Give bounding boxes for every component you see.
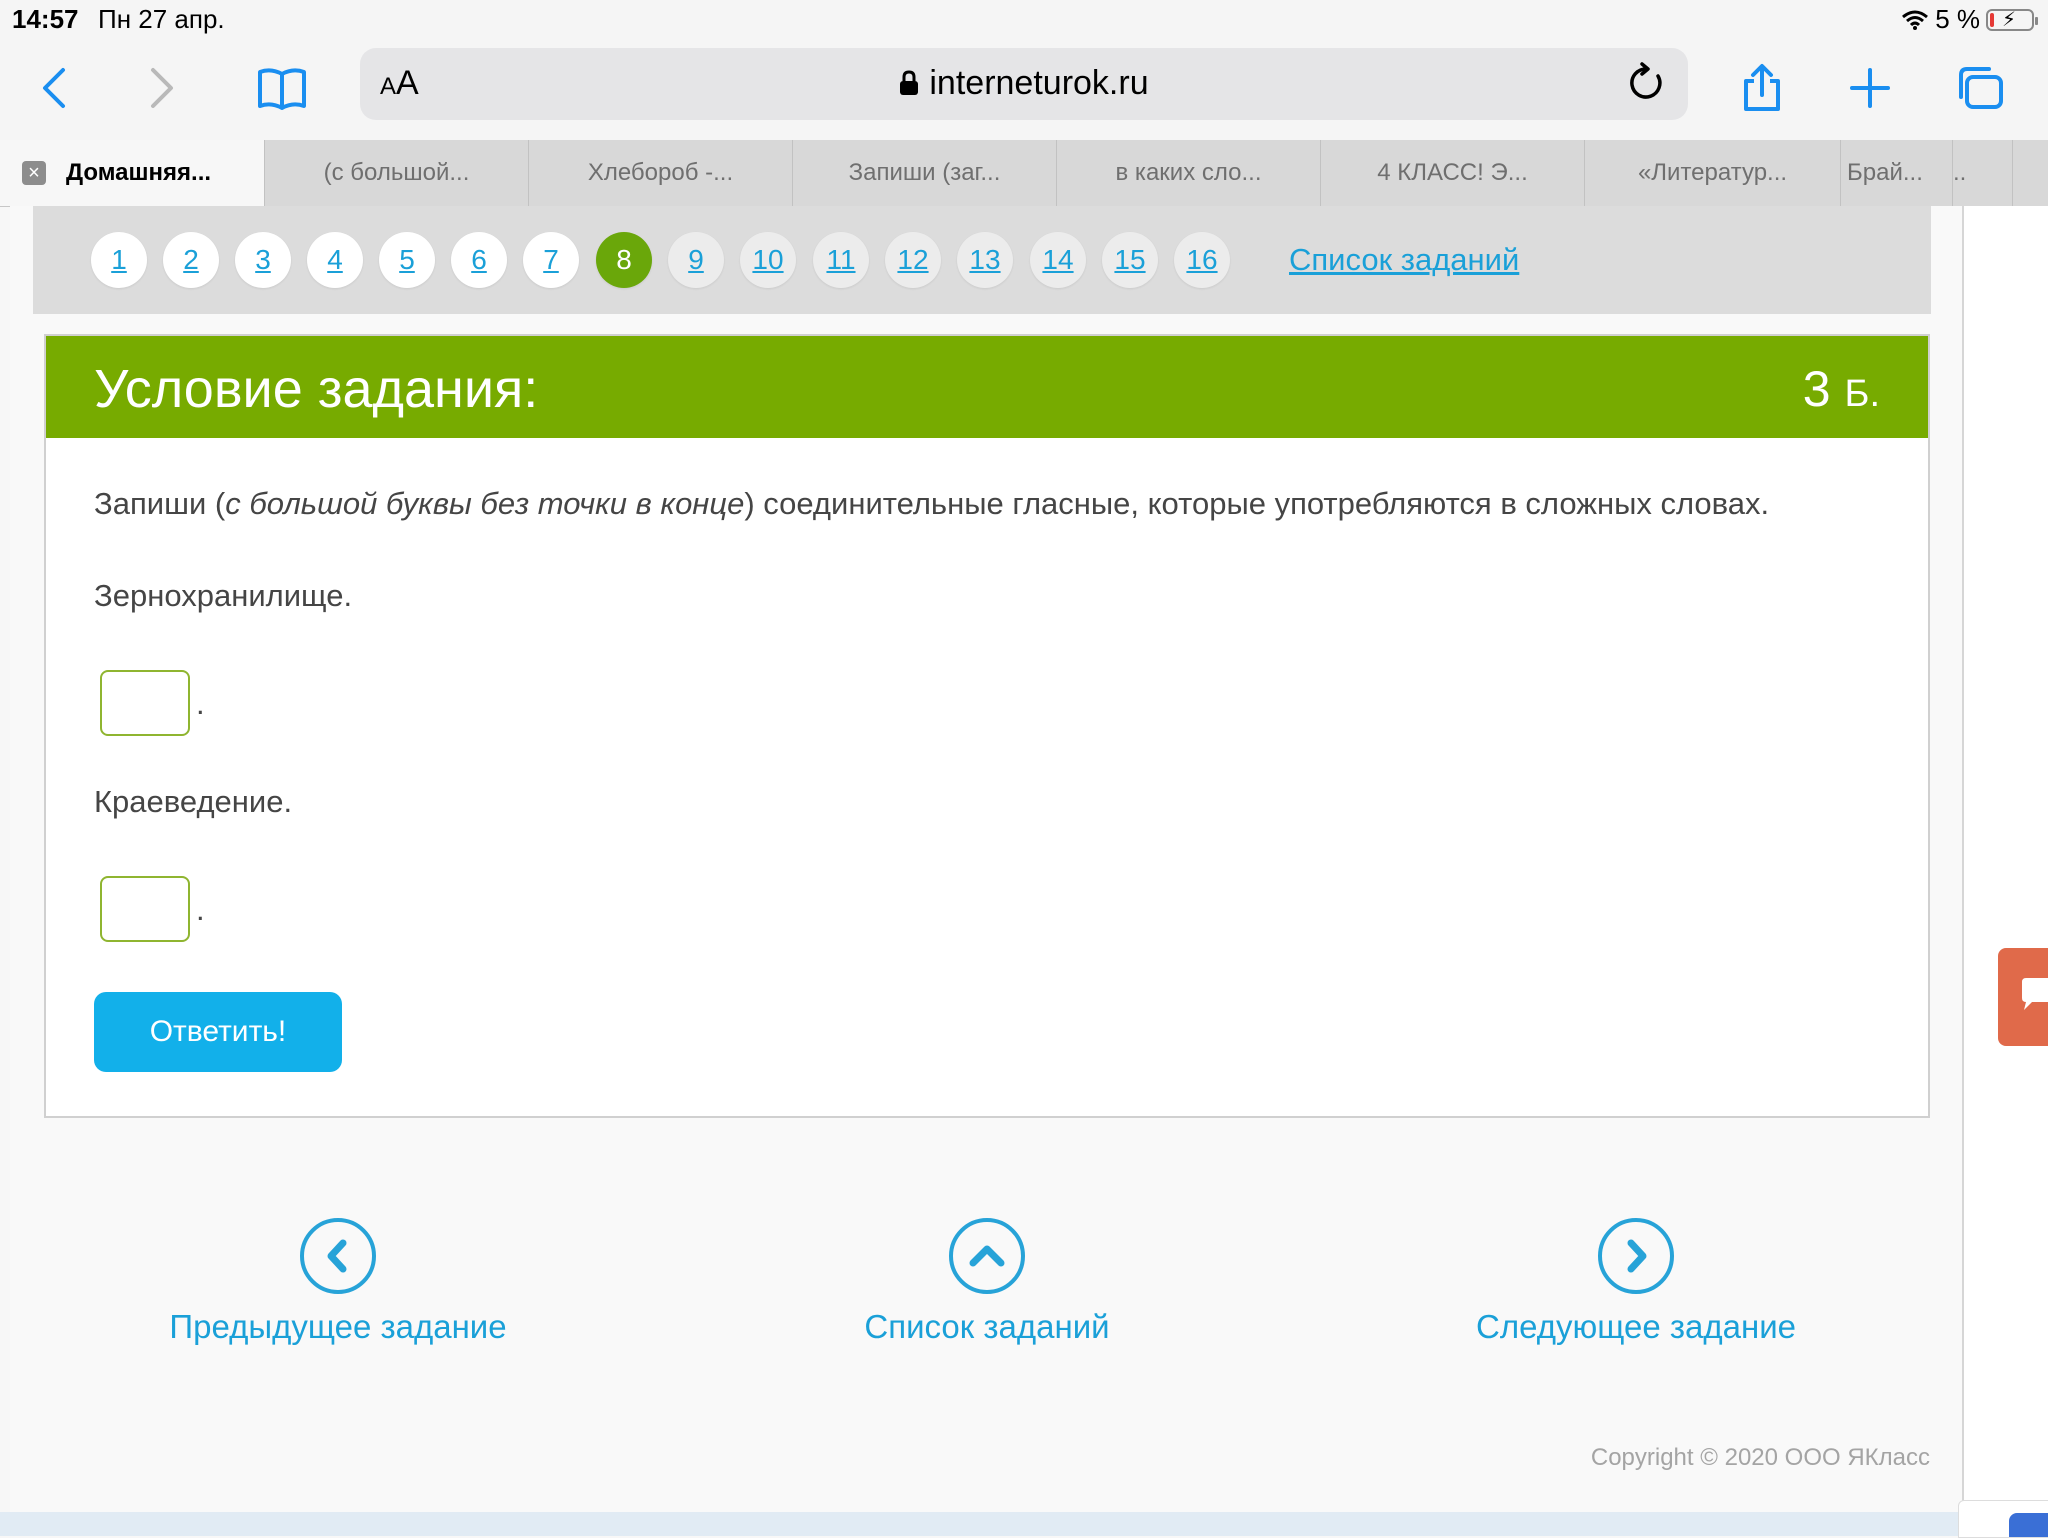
status-bar: 14:57 Пн 27 апр. 5 % ⚡ (0, 0, 2048, 40)
task-word-2: Краеведение. (94, 784, 293, 819)
url-display[interactable]: interneturok.ru (360, 64, 1688, 103)
task-list-nav-label: Список заданий (864, 1308, 1110, 1345)
answer-dot: . (196, 892, 205, 927)
tab-item[interactable]: «Литератур... (1584, 140, 1840, 206)
tab-label: Брай... (1847, 159, 1923, 186)
page-bottom-band (0, 1512, 2048, 1536)
tab-item[interactable]: Хлебороб -... (528, 140, 792, 206)
page-link-2[interactable]: 2 (163, 232, 219, 288)
chat-icon (2022, 978, 2048, 1010)
feedback-tab[interactable] (1998, 948, 2048, 1046)
chevron-left-icon (300, 1218, 376, 1294)
reload-icon[interactable] (1626, 62, 1666, 109)
page-margin (1964, 206, 2048, 1536)
tab-close-icon[interactable]: × (22, 161, 46, 185)
tab-item[interactable] (2012, 140, 2048, 206)
page-link-current[interactable]: 8 (596, 232, 652, 288)
submit-button[interactable]: Ответить! (94, 992, 342, 1072)
page-link-11[interactable]: 11 (813, 232, 869, 288)
tab-label: «Литератур... (1637, 159, 1788, 186)
page-link-13[interactable]: 13 (957, 232, 1013, 288)
tab-item[interactable]: в каких сло... (1056, 140, 1320, 206)
tab-bar: × Домашняя... (с большой... Хлебороб -..… (0, 140, 2048, 207)
share-icon[interactable] (1732, 58, 1792, 118)
page-link-6[interactable]: 6 (451, 232, 507, 288)
answer-dot: . (196, 686, 205, 721)
tab-label: в каких сло... (1115, 159, 1262, 186)
prev-task-label: Предыдущее задание (169, 1308, 507, 1345)
back-icon[interactable] (24, 58, 84, 118)
status-date: Пн 27 апр. (98, 4, 225, 34)
tab-label: (с большой... (323, 159, 470, 186)
page-link-7[interactable]: 7 (523, 232, 579, 288)
page-link-5[interactable]: 5 (379, 232, 435, 288)
tab-item[interactable]: 4 КЛАСС! Э... (1320, 140, 1584, 206)
status-right: 5 % ⚡ (1901, 4, 2038, 35)
task-instruction: Запиши (с большой буквы без точки в конц… (94, 486, 1770, 521)
task-pagination: 1 2 3 4 5 6 7 8 9 10 11 12 13 14 15 16 С… (33, 206, 1931, 314)
battery-icon: ⚡ (1986, 8, 2038, 31)
new-tab-icon[interactable] (1840, 58, 1900, 118)
chevron-up-icon (949, 1218, 1025, 1294)
page-link-3[interactable]: 3 (235, 232, 291, 288)
tab-label: Запиши (заг... (848, 159, 1001, 186)
answer-input-1[interactable] (100, 670, 190, 736)
answer-input-2[interactable] (100, 876, 190, 942)
wifi-icon (1902, 10, 1929, 30)
tab-label: .. (1953, 159, 1967, 186)
tab-item[interactable]: Запиши (заг... (792, 140, 1056, 206)
lock-icon (900, 70, 919, 95)
task-title: Условие задания: (94, 359, 539, 419)
tab-item[interactable]: Брай... (1840, 140, 1952, 206)
tabs-overview-icon[interactable] (1950, 58, 2010, 118)
address-bar[interactable]: AA interneturok.ru (360, 48, 1688, 120)
prev-task-link[interactable]: Предыдущее задание (150, 1218, 526, 1346)
page-link-4[interactable]: 4 (307, 232, 363, 288)
tab-label: Хлебороб -... (587, 159, 734, 186)
battery-percent: 5 % (1935, 4, 1980, 34)
page-link-1[interactable]: 1 (91, 232, 147, 288)
task-word-1: Зернохранилище. (94, 578, 353, 613)
forward-icon[interactable] (132, 58, 192, 118)
task-list-nav[interactable]: Список заданий (820, 1218, 1154, 1346)
tab-label: 4 КЛАСС! Э... (1377, 159, 1528, 186)
task-list-link[interactable]: Список заданий (1289, 242, 1519, 278)
task-score: 3 Б. (1802, 361, 1880, 417)
task-header: Условие задания: 3 Б. (46, 336, 1928, 438)
page-link-10[interactable]: 10 (740, 232, 796, 288)
page-link-15[interactable]: 15 (1102, 232, 1158, 288)
page-link-9[interactable]: 9 (668, 232, 724, 288)
bookmarks-icon[interactable] (252, 58, 312, 118)
task-card: Условие задания: 3 Б. Запиши (с большой … (44, 334, 1930, 1118)
copyright: Copyright © 2020 ООО ЯКласс (1590, 1444, 1930, 1471)
status-time: 14:57 (12, 4, 79, 34)
next-task-label: Следующее задание (1476, 1308, 1796, 1345)
tab-label: Домашняя... (66, 159, 212, 186)
tab-item[interactable]: (с большой... (264, 140, 528, 206)
corner-widget[interactable] (1958, 1500, 2048, 1538)
page-link-16[interactable]: 16 (1174, 232, 1230, 288)
chevron-right-icon (1598, 1218, 1674, 1294)
tab-item[interactable]: .. (1952, 140, 2012, 206)
page-link-14[interactable]: 14 (1030, 232, 1086, 288)
page-link-12[interactable]: 12 (885, 232, 941, 288)
url-text: interneturok.ru (929, 64, 1149, 102)
next-task-link[interactable]: Следующее задание (1466, 1218, 1806, 1346)
browser-toolbar: AA interneturok.ru (0, 40, 2048, 140)
tab-home[interactable]: × Домашняя... (0, 140, 264, 206)
